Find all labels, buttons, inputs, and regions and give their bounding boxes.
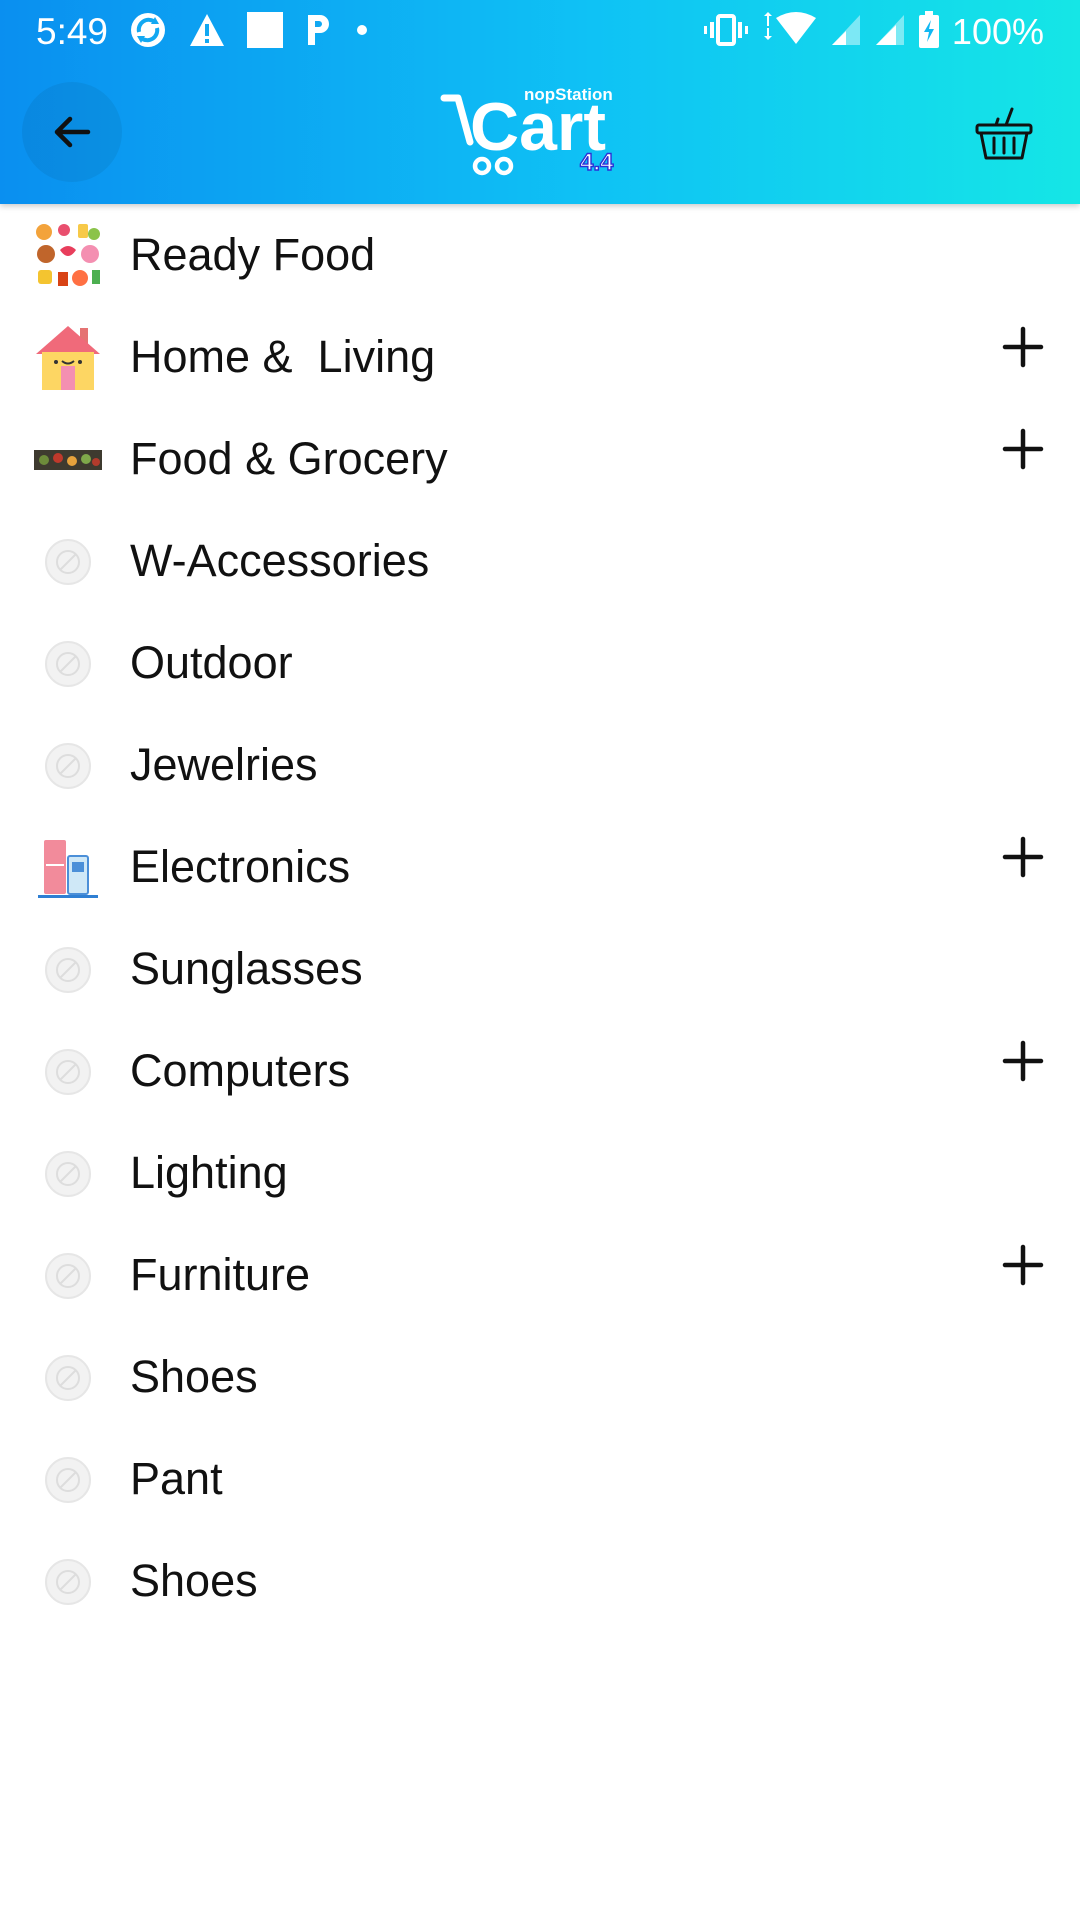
no-image-placeholder [34,630,102,698]
no-image-placeholder [34,1242,102,1310]
dot-icon [354,22,370,43]
category-item[interactable]: Outdoor [0,612,1080,714]
category-item[interactable]: Shoes [0,1530,1080,1632]
expand-plus-icon[interactable] [996,320,1050,374]
parking-icon [304,11,334,54]
no-image-icon [45,743,91,789]
no-image-placeholder [34,1038,102,1106]
category-label: Jewelries [130,739,318,790]
no-image-icon [45,539,91,585]
signal-icon [874,13,906,52]
category-label: Lighting [130,1147,288,1198]
category-label: Furniture [130,1249,311,1300]
category-label: Electronics [130,841,351,892]
vibrate-icon [703,12,748,53]
category-list: Ready Food Home & Living Food & Grocery … [0,204,1080,1632]
no-image-placeholder [34,1140,102,1208]
category-item[interactable]: Ready Food [0,204,1080,306]
category-item[interactable]: Lighting [0,1122,1080,1224]
status-time: 5:49 [36,11,109,52]
battery-charging-icon [918,10,940,54]
no-image-placeholder [34,732,102,800]
category-item[interactable]: W-Accessories [0,510,1080,612]
no-image-placeholder [34,1344,102,1412]
category-item[interactable]: Jewelries [0,714,1080,816]
category-label: Sunglasses [130,943,363,994]
category-label: Shoes [130,1555,258,1606]
basket-icon [975,107,1033,160]
category-item[interactable]: Furniture [0,1224,1080,1326]
category-item[interactable]: Food & Grocery [0,408,1080,510]
status-bar: 5:49 100% [0,0,1080,64]
square-icon [246,11,284,54]
category-label: W-Accessories [130,535,430,586]
expand-plus-icon[interactable] [996,1034,1050,1088]
sync-icon [128,10,168,55]
expand-plus-icon[interactable] [996,830,1050,884]
no-image-placeholder [34,1548,102,1616]
signal-icon [830,13,862,52]
no-image-placeholder [34,528,102,596]
category-item[interactable]: Computers [0,1020,1080,1122]
no-image-icon [45,1355,91,1401]
food-collage-thumbnail [34,222,102,290]
no-image-placeholder [34,1446,102,1514]
category-item[interactable]: Pant [0,1428,1080,1530]
top-bar: 5:49 100% nopStation Cart 4.4 [0,0,1080,204]
house-thumbnail [34,324,102,392]
no-image-icon [45,1253,91,1299]
status-notification-icons [128,10,370,54]
no-image-icon [45,947,91,993]
no-image-icon [45,1559,91,1605]
category-label: Pant [130,1453,223,1504]
category-item[interactable]: Home & Living [0,306,1080,408]
warning-icon [188,12,226,53]
expand-plus-icon[interactable] [996,1238,1050,1292]
no-image-icon [45,1457,91,1503]
category-item[interactable]: Electronics [0,816,1080,918]
grocery-banner-thumbnail [34,426,102,494]
cart-button[interactable] [968,98,1040,170]
no-image-placeholder [34,936,102,1004]
category-label: Computers [130,1045,351,1096]
no-image-icon [45,641,91,687]
appliances-thumbnail [34,834,102,902]
no-image-icon [45,1049,91,1095]
category-label: Ready Food [130,229,376,280]
category-label: Food & Grocery [130,433,448,484]
back-button[interactable] [22,82,122,182]
app-bar: nopStation Cart 4.4 [0,64,1080,204]
category-item[interactable]: Shoes [0,1326,1080,1428]
expand-plus-icon[interactable] [996,422,1050,476]
arrow-back-icon [54,116,91,148]
status-system-icons: 100% [703,10,1044,54]
category-label: Outdoor [130,637,293,688]
category-label: Home & Living [130,331,436,382]
category-label: Shoes [130,1351,258,1402]
no-image-icon [45,1151,91,1197]
battery-percentage: 100% [951,11,1044,52]
logo-version: 4.4 [580,149,614,176]
category-item[interactable]: Sunglasses [0,918,1080,1020]
app-logo: nopStation Cart 4.4 [440,82,640,186]
screen: 5:49 100% nopStation Cart 4.4 Ready Food… [0,0,1080,1920]
wifi-icon [760,11,818,53]
